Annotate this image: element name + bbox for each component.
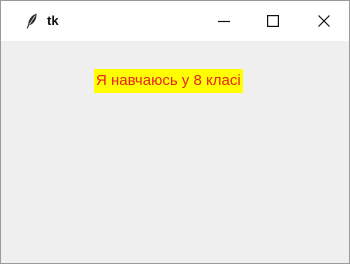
minimize-icon (218, 15, 230, 27)
grade-label: Я навчаюсь у 8 класі (94, 69, 243, 93)
maximize-button[interactable] (250, 1, 296, 41)
feather-icon (25, 13, 39, 29)
minimize-button[interactable] (201, 1, 247, 41)
tk-window: tk Я навчаюсь у 8 класі (0, 0, 350, 264)
title-bar[interactable]: tk (1, 1, 349, 41)
window-content: Я навчаюсь у 8 класі (1, 41, 349, 263)
close-icon (318, 15, 330, 27)
window-title: tk (47, 13, 59, 28)
close-button[interactable] (301, 1, 347, 41)
maximize-icon (267, 15, 279, 27)
